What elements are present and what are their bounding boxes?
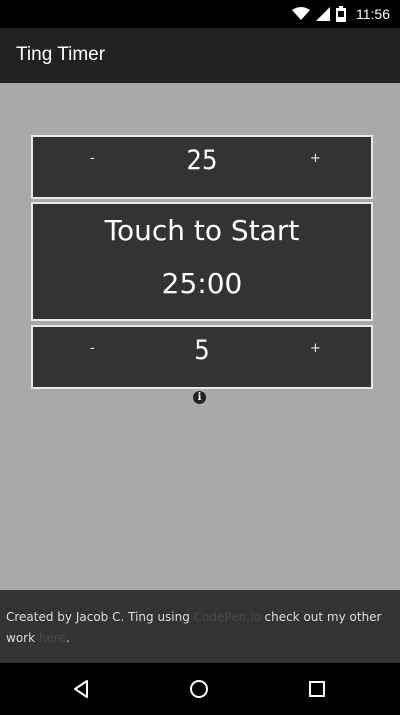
app-bar: Ting Timer [0,28,400,83]
start-label: Touch to Start [104,214,300,247]
break-timer-box: - 5 + [31,325,373,389]
navigation-bar [0,663,400,715]
recents-icon[interactable] [305,677,329,701]
footer-suffix: . [65,631,70,645]
work-increment-button[interactable]: + [310,151,321,166]
footer-text: Created by Jacob C. Ting using CodePen.i… [6,607,396,649]
countdown-time: 25:00 [161,267,243,300]
codepen-link[interactable]: CodePen.io [194,610,261,624]
status-bar: 11:56 [0,0,400,28]
footer: Created by Jacob C. Ting using CodePen.i… [0,590,400,663]
app-title: Ting Timer [16,44,106,65]
start-button[interactable]: Touch to Start 25:00 [31,202,373,321]
battery-icon [336,6,346,22]
signal-icon [316,7,330,21]
home-icon[interactable] [187,677,211,701]
wifi-icon [292,7,310,20]
work-timer-box: - 25 + [31,135,373,199]
break-increment-button[interactable]: + [310,341,321,356]
info-icon[interactable]: i [193,391,206,404]
status-time: 11:56 [356,6,390,22]
status-icons: 11:56 [292,4,390,24]
footer-prefix: Created by Jacob C. Ting using [6,610,194,624]
back-icon[interactable] [69,677,93,701]
here-link[interactable]: here [39,631,66,645]
